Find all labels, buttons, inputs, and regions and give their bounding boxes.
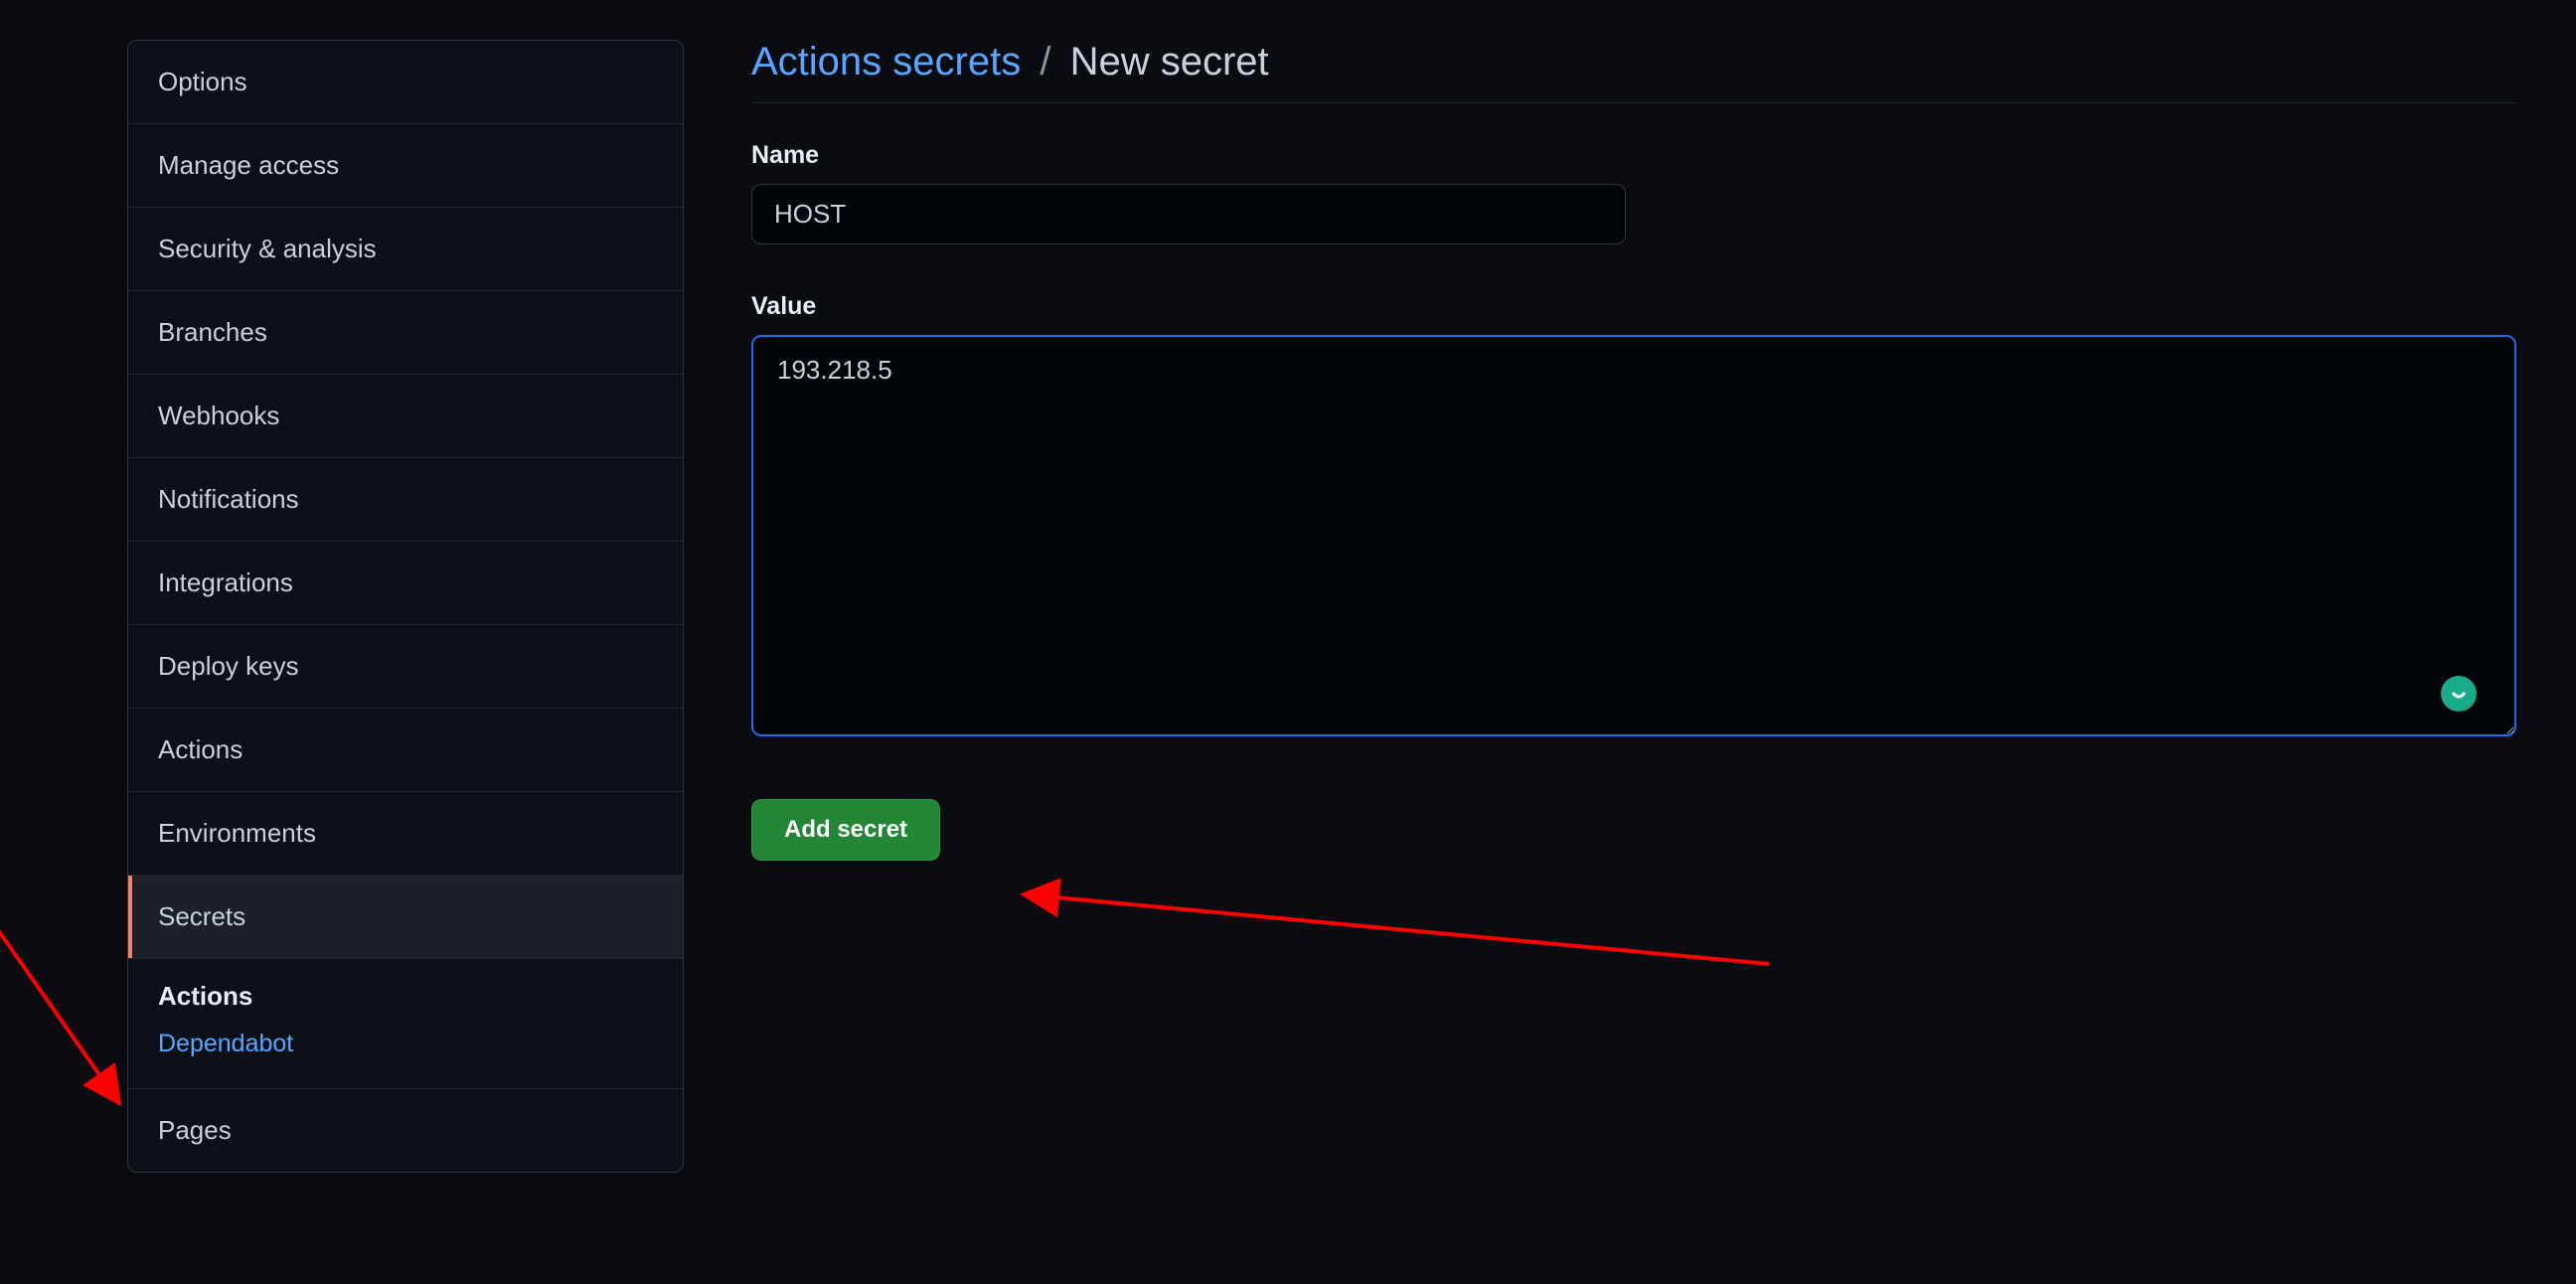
sidebar-sub-heading-actions: Actions — [128, 959, 683, 1020]
sidebar-item-deploy-keys[interactable]: Deploy keys — [128, 625, 683, 709]
sidebar-item-notifications[interactable]: Notifications — [128, 458, 683, 542]
add-secret-button[interactable]: Add secret — [751, 799, 940, 861]
sidebar-item-branches[interactable]: Branches — [128, 291, 683, 375]
sidebar-item-integrations[interactable]: Integrations — [128, 542, 683, 625]
sidebar-item-actions[interactable]: Actions — [128, 709, 683, 792]
sidebar-sub-item-dependabot[interactable]: Dependabot — [128, 1020, 683, 1068]
main-content: Actions secrets / New secret Name Value … — [751, 40, 2516, 861]
sidebar-item-options[interactable]: Options — [128, 41, 683, 124]
sidebar-item-pages[interactable]: Pages — [128, 1089, 683, 1172]
settings-sidebar: Options Manage access Security & analysi… — [127, 40, 684, 1173]
breadcrumb-separator: / — [1040, 40, 1050, 83]
secret-name-input[interactable] — [751, 184, 1626, 244]
sidebar-item-environments[interactable]: Environments — [128, 792, 683, 876]
annotation-arrow-button — [1004, 865, 1799, 984]
breadcrumb: Actions secrets / New secret — [751, 40, 2516, 103]
grammar-checker-icon — [2441, 676, 2477, 712]
sidebar-sub-group-secrets: Actions Dependabot — [128, 959, 683, 1089]
name-label: Name — [751, 141, 2516, 170]
breadcrumb-current: New secret — [1070, 40, 1269, 83]
sidebar-item-security-analysis[interactable]: Security & analysis — [128, 208, 683, 291]
sidebar-item-secrets[interactable]: Secrets — [128, 876, 683, 959]
value-label: Value — [751, 292, 2516, 321]
breadcrumb-link-actions-secrets[interactable]: Actions secrets — [751, 40, 1021, 83]
secret-value-textarea[interactable] — [751, 335, 2516, 736]
sidebar-item-manage-access[interactable]: Manage access — [128, 124, 683, 208]
sidebar-item-webhooks[interactable]: Webhooks — [128, 375, 683, 458]
